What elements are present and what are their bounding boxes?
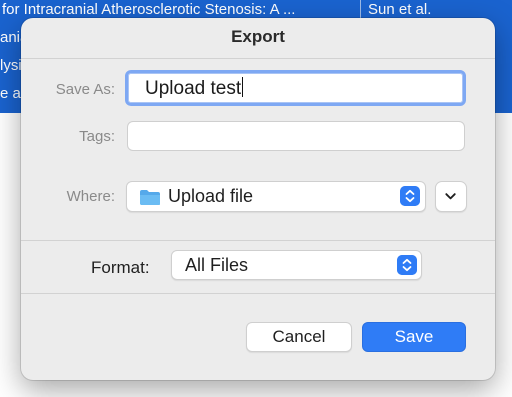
background-title-cell-line4: e a [0,85,21,102]
where-label: Where: [66,188,115,205]
save-button[interactable]: Save [362,322,466,352]
where-value: Upload file [168,186,254,206]
chevron-up-down-icon [397,255,417,275]
chevron-down-icon [445,193,456,200]
folder-icon [140,190,160,205]
format-value: All Files [185,255,249,275]
text-caret [242,77,244,97]
format-popup[interactable]: All Files [171,250,422,280]
save-as-value: Upload test [145,77,244,99]
format-label: Format: [91,258,150,277]
where-popup[interactable]: Upload file [126,181,426,212]
cancel-button[interactable]: Cancel [246,322,352,352]
where-separator [21,240,495,241]
dialog-title: Export [231,27,285,46]
title-separator [21,58,495,59]
chevron-up-down-icon [400,186,420,206]
tags-field[interactable] [127,121,465,151]
tags-label: Tags: [79,128,115,145]
save-as-label: Save As: [55,81,115,98]
expand-browser-button[interactable] [435,181,467,212]
export-dialog: Export Save As: Upload test Tags: Where:… [21,18,495,380]
format-separator [21,293,495,294]
save-as-field[interactable]: Upload test [125,70,466,106]
